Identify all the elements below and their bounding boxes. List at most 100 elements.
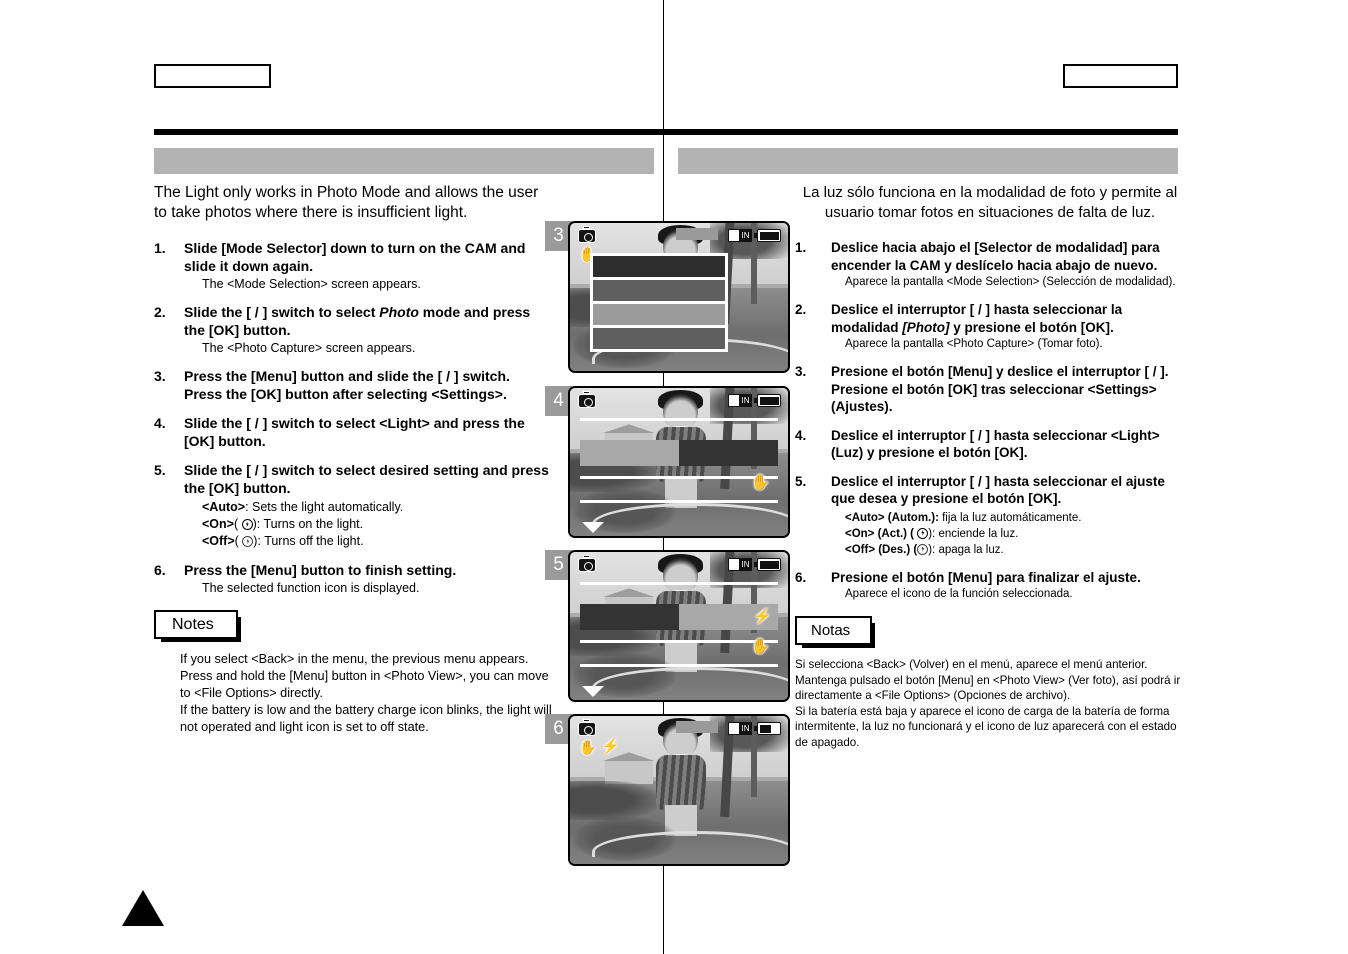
lcd-screenshot-step5: 5 ⚡ ✋: [545, 550, 790, 702]
lcd-row-divider: [580, 582, 778, 585]
light-option-off: <Off>( ): Turns off the light.: [202, 534, 364, 548]
light-off-icon: [242, 536, 254, 547]
lcd-menu-item[interactable]: [593, 304, 725, 328]
step-title: Presione el botón [Menu] para finalizar …: [831, 569, 1141, 585]
header-box-right: [1063, 64, 1178, 88]
option-text: : Sets the light automatically.: [245, 500, 404, 514]
step-item: 5. Deslice el interruptor [ / ] hasta se…: [795, 473, 1185, 558]
lcd-screenshot-step6: 6 ✋ ⚡: [545, 714, 790, 866]
step-number: 3.: [795, 364, 807, 379]
option-label: <Off>: [202, 534, 235, 548]
camera-mode-icon: [578, 226, 596, 243]
manual-page: The Light only works in Photo Mode and a…: [0, 0, 1348, 954]
lcd-screenshot-step4: 4 ✋: [545, 386, 790, 538]
lcd-row-divider: [580, 664, 778, 667]
light-option-on: <On>( ): Turns on the light.: [202, 517, 364, 531]
lcd-panel: ✋: [568, 386, 790, 538]
step-item: 5. Slide the [ / ] switch to select desi…: [154, 461, 554, 550]
lcd-row-divider: [580, 640, 778, 643]
light-option-list: <Auto> (Autom.): fija la luz automáticam…: [831, 510, 1185, 558]
battery-icon: [754, 722, 781, 735]
step-subtext: Aparece la pantalla <Photo Capture> (Tom…: [845, 338, 1103, 350]
lcd-setting-value-cell[interactable]: [679, 440, 778, 466]
lcd-screenshot-step3: 3 ✋: [545, 221, 790, 373]
lcd-row-divider: [580, 418, 778, 421]
step-number: 2.: [154, 304, 166, 320]
lcd-setting-row-selected[interactable]: ⚡: [580, 604, 778, 630]
lcd-panel: ✋ ⚡: [568, 714, 790, 866]
light-off-icon: [917, 543, 929, 555]
page-corner-marker: [122, 890, 164, 926]
intro-paragraph-spanish: La luz sólo funciona en la modalidad de …: [802, 184, 1178, 221]
memory-in-icon: [728, 229, 752, 242]
section-title-bar-spanish: [678, 148, 1178, 174]
step-title: Slide [Mode Selector] down to turn on th…: [184, 240, 526, 274]
step-subtext: The selected function icon is displayed.: [202, 581, 420, 595]
step-title: Press the [Menu] button and slide the [ …: [184, 368, 510, 402]
light-option-on: <On> (Act.) ( ): enciende la luz.: [845, 526, 1185, 542]
scroll-down-arrow-icon[interactable]: [582, 522, 604, 533]
step-item: 3. Press the [Menu] button and slide the…: [154, 367, 554, 403]
lcd-menu-item-selected[interactable]: [593, 256, 725, 280]
light-option-auto: <Auto>: Sets the light automatically.: [202, 499, 554, 516]
notes-body: If you select <Back> in the menu, the pr…: [180, 652, 552, 734]
flash-icon: ⚡: [601, 738, 620, 755]
notes-body: Si selecciona <Back> (Volver) en el menú…: [795, 658, 1181, 749]
lcd-panel: ✋: [568, 221, 790, 373]
memory-in-icon: [728, 722, 752, 735]
lcd-menu-item[interactable]: [593, 280, 725, 304]
step-title-pre: Slide the [ / ] switch to select: [184, 304, 380, 320]
hand-stabilizer-icon: ✋: [579, 739, 597, 755]
lcd-setting-label-cell[interactable]: [580, 440, 679, 466]
lcd-menu-item[interactable]: [593, 328, 725, 349]
notes-tab-label: Notas: [795, 616, 876, 648]
battery-icon: [754, 394, 781, 407]
step-title: Press the [Menu] button to finish settin…: [184, 562, 457, 578]
camera-mode-icon: [578, 391, 596, 408]
option-text: : Turns off the light.: [257, 534, 364, 548]
step-item: 6. Presione el botón [Menu] para finaliz…: [795, 569, 1185, 603]
light-option-list: <Auto>: Sets the light automatically. <O…: [184, 499, 554, 550]
step-number: 3.: [154, 368, 166, 384]
lcd-panel: ⚡ ✋: [568, 550, 790, 702]
option-text: fija la luz automáticamente.: [938, 511, 1082, 524]
step-title: Deslice el interruptor [ / ] hasta selec…: [831, 473, 1165, 507]
option-label: <Off> (Des.) (: [845, 543, 918, 556]
spanish-column: La luz sólo funciona en la modalidad de …: [795, 183, 1185, 751]
light-on-icon: [241, 519, 253, 530]
step-title-emphasis: Photo: [379, 304, 419, 320]
step-subtext: Aparece la pantalla <Mode Selection> (Se…: [845, 276, 1176, 288]
notes-tab-label: Notes: [154, 610, 241, 642]
option-text: : Turns on the light.: [256, 517, 364, 531]
battery-icon: [754, 558, 781, 571]
option-label: <On> (Act.) (: [845, 527, 915, 540]
option-label: <Auto> (Autom.):: [845, 511, 939, 524]
step-number: 4.: [795, 427, 807, 443]
notes-block-english: Notes If you select <Back> in the menu, …: [154, 610, 554, 736]
hand-stabilizer-icon: ✋: [751, 474, 770, 491]
notes-block-spanish: Notas Si selecciona <Back> (Volver) en e…: [795, 616, 1185, 751]
step-title-emphasis: [Photo]: [902, 319, 950, 335]
option-label: <Auto>: [202, 500, 246, 514]
option-text: ): enciende la luz.: [928, 527, 1019, 540]
step-title: Deslice el interruptor [ / ] hasta selec…: [831, 301, 1185, 336]
step-subtext: The <Photo Capture> screen appears.: [202, 341, 416, 355]
step-subtext: Aparece el icono de la función seleccion…: [845, 588, 1073, 600]
english-column: The Light only works in Photo Mode and a…: [154, 183, 554, 736]
scroll-down-arrow-icon[interactable]: [582, 686, 604, 697]
step-number: 1.: [154, 240, 166, 256]
step-number: 1.: [795, 240, 807, 255]
lcd-setting-label-cell[interactable]: [580, 604, 679, 630]
lcd-setting-row-selected[interactable]: [580, 440, 778, 466]
step-number: 4.: [154, 415, 166, 431]
section-title-bar-english: [154, 148, 654, 174]
step-item: 2. Deslice el interruptor [ / ] hasta se…: [795, 301, 1185, 352]
memory-in-icon: [728, 558, 752, 571]
lcd-menu-list[interactable]: [590, 253, 728, 352]
intro-paragraph-english: The Light only works in Photo Mode and a…: [154, 184, 539, 221]
step-title: Presione el botón [Menu] y deslice el in…: [831, 364, 1169, 414]
lcd-setting-value-cell[interactable]: ⚡: [679, 604, 778, 630]
camera-mode-icon: [578, 719, 596, 736]
option-text: ): apaga la luz.: [928, 543, 1004, 556]
step-title: Deslice el interruptor [ / ] hasta selec…: [831, 427, 1160, 461]
